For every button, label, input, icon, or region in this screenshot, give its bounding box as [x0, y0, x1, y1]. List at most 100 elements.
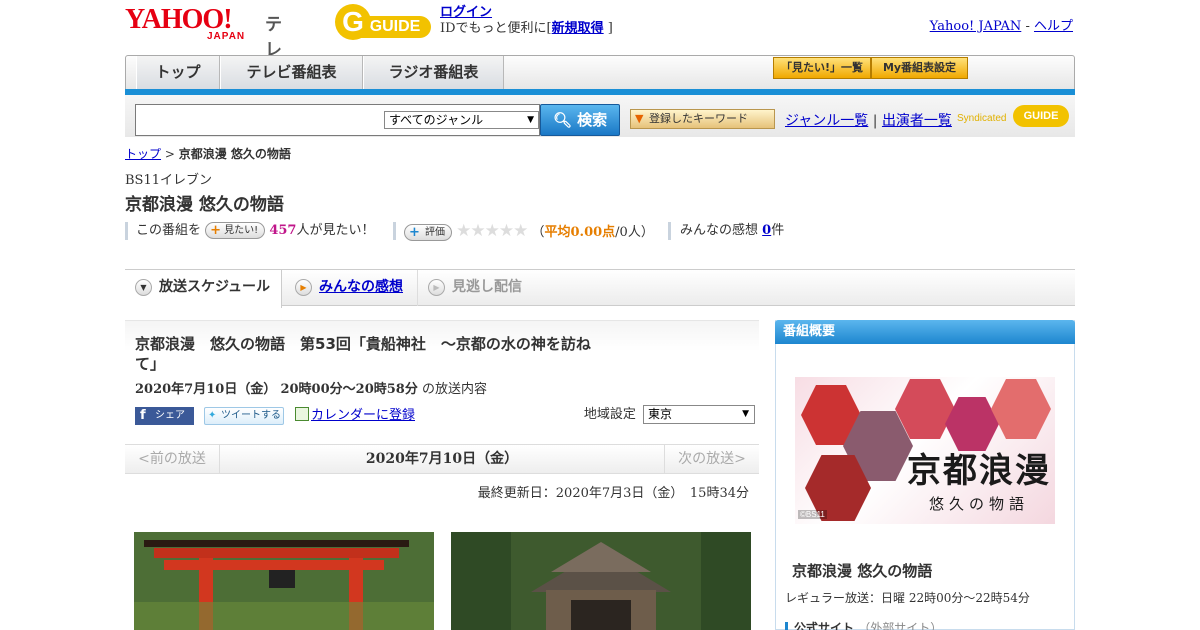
tab-schedule-label: 放送スケジュール [159, 279, 271, 295]
poster-title: 京都浪漫 [907, 451, 1051, 491]
episode-header: 京都浪漫 悠久の物語 第53回「貴船神社 ～京都の水の神を訪ねて」 2020年7… [125, 320, 759, 430]
search-icon: 🔍︎ [552, 111, 572, 129]
sidebar-heading: 番組概要 [775, 320, 1075, 344]
register-link[interactable]: 新規取得 [552, 21, 604, 36]
rating-open: （ [531, 225, 545, 240]
episode-main: 京都浪漫 悠久の物語 第53回「貴船神社 ～京都の水の神を訪ねて」 2020年7… [125, 320, 759, 630]
tab-schedule[interactable]: ▼ 放送スケジュール [125, 270, 282, 308]
registered-keyword-button[interactable]: ▼ 登録したキーワード [630, 109, 775, 129]
plus-icon: + [409, 225, 420, 240]
region-label: 地域設定 [583, 407, 636, 422]
next-broadcast-button[interactable]: 次の放送> [664, 445, 759, 473]
region-select[interactable]: 東京 ▼ [643, 405, 755, 424]
official-site-heading: 公式サイト （外部サイト） [785, 622, 942, 630]
help-link[interactable]: ヘルプ [1034, 19, 1073, 34]
login-sub-suffix: ] [607, 21, 613, 36]
twitter-bird-icon: ✦ [208, 410, 217, 421]
gguide-logo[interactable]: GUIDE G [335, 4, 431, 40]
prev-broadcast-button[interactable]: <前の放送 [125, 445, 220, 473]
logo-japan-text: JAPAN [207, 31, 246, 42]
content-tabs: ▼ 放送スケジュール ▶ みんなの感想 ▶ 見逃し配信 [125, 269, 1075, 308]
tweet-label: ツイートする [221, 410, 281, 421]
syndicated-gguide-text: GUIDE [1013, 105, 1069, 127]
tab-reviews[interactable]: ▶ みんなの感想 [285, 270, 415, 306]
breadcrumb-current: 京都浪漫 悠久の物語 [178, 147, 291, 161]
nav-tab-top[interactable]: トップ [136, 56, 220, 89]
rating-score: 平均0.00点 [544, 225, 616, 240]
login-area: ログイン IDでもっと便利に[新規取得 ] [440, 5, 613, 37]
rating-button[interactable]: + 評価 [404, 224, 452, 241]
chevron-down-icon: ▼ [135, 279, 152, 296]
breadcrumb-top-link[interactable]: トップ [125, 147, 161, 161]
tweet-button[interactable]: ✦ ツイートする [204, 407, 284, 425]
facebook-share-button[interactable]: f シェア [135, 407, 194, 425]
region-setting: 地域設定 東京 ▼ [584, 405, 755, 425]
tab-reviews-label: みんなの感想 [319, 279, 403, 295]
rating-stars-icon: ★★★★★ [456, 221, 528, 241]
search-button[interactable]: 🔍︎ 検索 [540, 104, 620, 136]
last-updated: 最終更新日：2020年7月3日（金） 15時34分 [477, 486, 749, 501]
page: YAHOO! JAPAN テレビ GUIDE G ログイン IDでもっと便利に[… [125, 0, 1075, 630]
regular-broadcast: レギュラー放送：日曜 22時00分～22時54分 [785, 591, 1030, 605]
official-site-note: （外部サイト） [858, 621, 943, 630]
poster-copyright: ©BS11 [798, 510, 827, 519]
stat-divider [125, 222, 128, 240]
tab-missed: ▶ 見逃し配信 [417, 270, 537, 306]
select-arrow-icon: ▼ [742, 409, 749, 419]
channel-name: BS11イレブン [125, 173, 213, 188]
registered-keyword-label: 登録したキーワード [649, 112, 748, 125]
shrine-illustration [451, 532, 751, 630]
nav-tab-radio-schedule[interactable]: ラジオ番組表 [363, 56, 504, 89]
rating-button-label: 評価 [425, 227, 445, 238]
this-program-label: この番組を [136, 223, 202, 238]
calendar-icon [295, 407, 309, 421]
play-icon: ▶ [428, 279, 445, 296]
share-row: f シェア ✦ ツイートする カレンダーに登録 地域設定 東京 ▼ [135, 405, 755, 425]
header-link-separator: - [1025, 19, 1030, 34]
mitai-list-button[interactable]: 「見たい!」一覧 [773, 57, 871, 79]
search-button-label: 検索 [577, 111, 608, 129]
page-title: 京都浪漫 悠久の物語 [125, 195, 284, 215]
breadcrumb-sep: > [164, 147, 175, 161]
search-input[interactable]: すべてのジャンル ▼ [135, 104, 540, 136]
review-suffix: 件 [771, 223, 785, 238]
episode-photo-shrine [451, 532, 751, 630]
select-arrow-icon: ▼ [527, 115, 534, 125]
review-label: みんなの感想 [680, 223, 759, 238]
mitai-button-label: 見たい! [224, 225, 259, 236]
breadcrumb: トップ > 京都浪漫 悠久の物語 [125, 145, 291, 162]
search-bar: すべてのジャンル ▼ 🔍︎ 検索 ▼ 登録したキーワード ジャンル一覧 | 出演… [125, 95, 1075, 137]
genre-list-link[interactable]: ジャンル一覧 [785, 113, 868, 129]
login-sub-prefix: IDでもっと便利に[ [440, 21, 552, 36]
program-overview-sidebar: 番組概要 京都浪漫 悠久の物語 ©BS11 京都浪漫 悠久の物語 レギュラー放送… [775, 320, 1075, 630]
calendar-register-link[interactable]: カレンダーに登録 [311, 408, 415, 423]
current-broadcast-date: 2020年7月10日（金） [365, 451, 519, 467]
genre-select[interactable]: すべてのジャンル ▼ [384, 111, 539, 129]
triangle-down-icon: ▼ [635, 112, 644, 125]
rating-stat: + 評価 ★★★★★ （平均0.00点/0人） [404, 220, 654, 244]
mitai-count: 457 [269, 223, 297, 238]
calendar-register[interactable]: カレンダーに登録 [295, 407, 415, 425]
logo-yahoo-text: YAHOO! [125, 4, 233, 35]
my-schedule-button[interactable]: My番組表設定 [871, 57, 968, 79]
rating-people: /0人） [615, 225, 654, 240]
episode-date-time: 20時00分～20時58分 [280, 382, 418, 397]
program-stats: この番組を + 見たい! 457人が見たい！ + 評価 ★★★★★ （平均0.00点… [125, 220, 1075, 242]
syndicated-text: Syndicated [957, 113, 1007, 124]
header-links: Yahoo! JAPAN - ヘルプ [930, 15, 1073, 34]
plus-icon: + [210, 223, 222, 238]
facebook-icon: f [140, 408, 146, 423]
review-stat: みんなの感想 0件 [680, 220, 784, 242]
cast-list-link[interactable]: 出演者一覧 [882, 113, 952, 129]
nav-tab-tv-schedule[interactable]: テレビ番組表 [220, 56, 363, 89]
yahoo-japan-link[interactable]: Yahoo! JAPAN [930, 19, 1022, 34]
mitai-button[interactable]: + 見たい! [205, 222, 266, 239]
login-link[interactable]: ログイン [440, 5, 492, 20]
review-count-link[interactable]: 0 [762, 223, 771, 238]
sidebar-program-title: 京都浪漫 悠久の物語 [792, 562, 933, 580]
login-sub-text: IDでもっと便利に[新規取得 ] [440, 21, 613, 37]
episode-photo-torii [134, 532, 434, 630]
tab-missed-label: 見逃し配信 [452, 279, 522, 295]
poster-hex [991, 379, 1051, 439]
genre-select-value: すべてのジャンル [389, 113, 484, 127]
